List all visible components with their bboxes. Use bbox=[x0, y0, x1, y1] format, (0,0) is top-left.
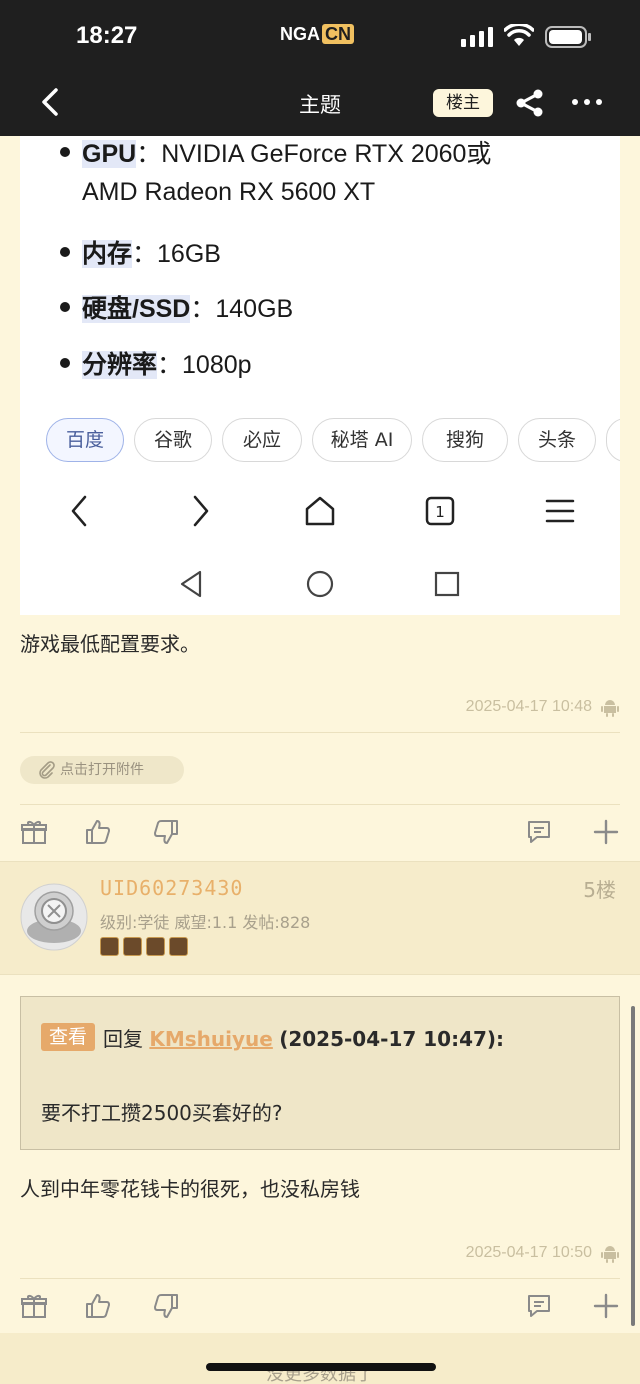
like-icon[interactable] bbox=[84, 818, 112, 846]
browser-forward-icon bbox=[193, 495, 209, 527]
search-engine-chips: 百度 谷歌 必应 秘塔 AI 搜狗 头条 bbox=[46, 418, 620, 462]
engine-chip-metaso[interactable]: 秘塔 AI bbox=[312, 418, 412, 462]
bullet bbox=[60, 147, 70, 157]
status-time: 18:27 bbox=[76, 22, 138, 49]
android-icon bbox=[601, 1246, 619, 1263]
more-options-icon[interactable] bbox=[570, 92, 604, 112]
spec-disk: 硬盘/SSD：140GB bbox=[60, 289, 294, 325]
post-body: 游戏最低配置要求。 bbox=[20, 632, 200, 656]
tab-count: 1 bbox=[435, 503, 445, 521]
battery-icon bbox=[545, 26, 591, 48]
view-quote-button[interactable]: 查看 bbox=[41, 1023, 95, 1051]
engine-chip-sogou[interactable]: 搜狗 bbox=[422, 418, 508, 462]
quote-text: 要不打工攒2500买套好的? bbox=[41, 1101, 283, 1125]
spec-key: 内存 bbox=[82, 240, 133, 268]
post-timestamp: 2025-04-17 10:50 bbox=[465, 1244, 592, 1261]
top-bar: 18:27 NGA CN 主题 楼主 bbox=[0, 0, 640, 136]
badge-icon bbox=[123, 937, 142, 956]
paperclip-icon bbox=[39, 761, 55, 779]
spec-gpu: GPU：NVIDIA GeForce RTX 2060或 bbox=[60, 134, 492, 170]
scrollbar[interactable] bbox=[631, 1006, 635, 1326]
bullet bbox=[60, 302, 70, 312]
spec-value: 140GB bbox=[215, 295, 294, 323]
add-icon[interactable] bbox=[592, 1292, 620, 1320]
logo-main: NGA bbox=[280, 24, 320, 44]
divider bbox=[20, 1278, 620, 1279]
post-body: 人到中年零花钱卡的很死，也没私房钱 bbox=[20, 1177, 360, 1201]
reply-user-link[interactable]: KMshuiyue bbox=[149, 1027, 272, 1051]
spec-memory: 内存：16GB bbox=[60, 234, 221, 270]
floor-number: 5楼 bbox=[583, 878, 616, 902]
spec-key: 硬盘/SSD bbox=[82, 295, 191, 323]
wifi-icon bbox=[504, 24, 534, 46]
badge-icon bbox=[169, 937, 188, 956]
avatar[interactable] bbox=[20, 883, 88, 951]
post-image[interactable]: GPU：NVIDIA GeForce RTX 2060或 AMD Radeon … bbox=[20, 136, 620, 615]
engine-chip-more[interactable] bbox=[606, 418, 620, 462]
browser-tabs-icon: 1 bbox=[425, 496, 455, 526]
android-icon bbox=[601, 700, 619, 717]
share-icon[interactable] bbox=[514, 88, 546, 118]
quote-block: 查看 回复 KMshuiyue (2025-04-17 10:47): 要不打工… bbox=[20, 996, 620, 1150]
open-attachment-button[interactable]: 点击打开附件 bbox=[20, 756, 184, 784]
cellular-signal-icon bbox=[461, 27, 493, 47]
comment-icon[interactable] bbox=[525, 1292, 553, 1320]
spec-sep: ： bbox=[136, 140, 162, 168]
engine-chip-baidu[interactable]: 百度 bbox=[46, 418, 124, 462]
spec-value: NVIDIA GeForce RTX 2060或 bbox=[161, 140, 492, 168]
user-level-info: 级别:学徒 威望:1.1 发帖:828 bbox=[100, 913, 311, 932]
logo-suffix: CN bbox=[322, 24, 354, 44]
spec-key: 分辨率 bbox=[82, 351, 158, 379]
spec-resolution: 分辨率：1080p bbox=[60, 345, 252, 381]
system-back-icon bbox=[180, 570, 202, 598]
spec-value: 1080p bbox=[182, 351, 252, 379]
spec-sep: ： bbox=[190, 295, 216, 323]
badge-icon bbox=[146, 937, 165, 956]
browser-menu-icon bbox=[545, 499, 575, 523]
reply-date: (2025-04-17 10:47): bbox=[279, 1027, 505, 1051]
engine-chip-google[interactable]: 谷歌 bbox=[134, 418, 212, 462]
spec-gpu-line2: AMD Radeon RX 5600 XT bbox=[82, 178, 376, 206]
user-badges bbox=[100, 937, 192, 959]
badge-icon bbox=[100, 937, 119, 956]
browser-home-icon bbox=[305, 496, 335, 526]
reply-prefix: 回复 bbox=[103, 1027, 143, 1051]
op-only-button[interactable]: 楼主 bbox=[433, 89, 493, 117]
browser-back-icon bbox=[71, 495, 87, 527]
divider bbox=[20, 804, 620, 805]
dislike-icon[interactable] bbox=[152, 818, 180, 846]
spec-sep: ： bbox=[157, 351, 183, 379]
like-icon[interactable] bbox=[84, 1292, 112, 1320]
nga-logo: NGA CN bbox=[280, 24, 354, 45]
bullet bbox=[60, 358, 70, 368]
add-icon[interactable] bbox=[592, 818, 620, 846]
spec-value: 16GB bbox=[157, 240, 221, 268]
engine-chip-bing[interactable]: 必应 bbox=[222, 418, 302, 462]
floor-header bbox=[0, 861, 640, 975]
gift-icon[interactable] bbox=[20, 1292, 48, 1320]
bullet bbox=[60, 247, 70, 257]
gift-icon[interactable] bbox=[20, 818, 48, 846]
attachment-label: 点击打开附件 bbox=[60, 762, 144, 778]
user-id[interactable]: UID60273430 bbox=[100, 876, 243, 900]
post-timestamp: 2025-04-17 10:48 bbox=[465, 698, 592, 715]
divider bbox=[20, 732, 620, 733]
system-home-icon bbox=[306, 570, 334, 598]
home-indicator[interactable] bbox=[206, 1363, 436, 1371]
engine-chip-toutiao[interactable]: 头条 bbox=[518, 418, 596, 462]
spec-sep: ： bbox=[132, 240, 158, 268]
reply-header: 回复 KMshuiyue (2025-04-17 10:47): bbox=[103, 1023, 504, 1052]
dislike-icon[interactable] bbox=[152, 1292, 180, 1320]
system-recents-icon bbox=[434, 571, 460, 597]
spec-key: GPU bbox=[82, 140, 137, 168]
comment-icon[interactable] bbox=[525, 818, 553, 846]
